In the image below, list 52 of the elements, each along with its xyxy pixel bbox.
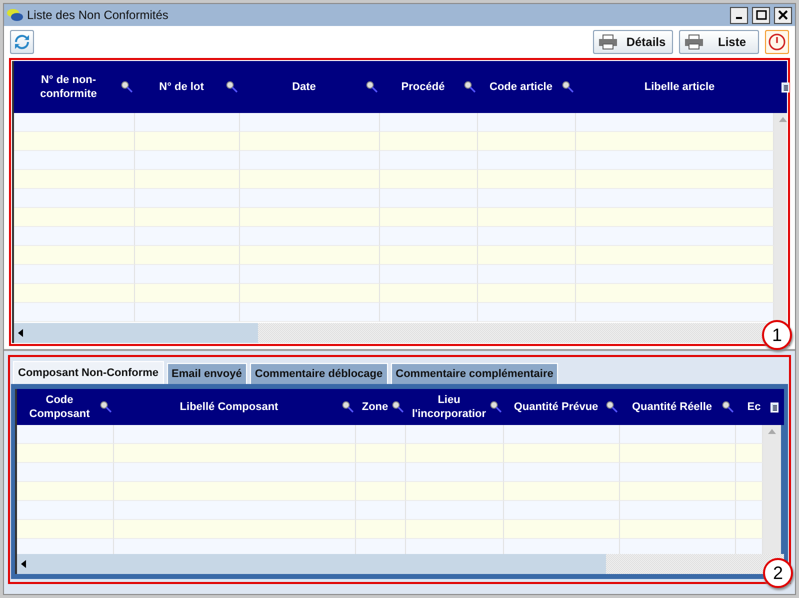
printer-icon	[684, 34, 704, 50]
printer-icon	[598, 34, 618, 50]
vertical-scrollbar[interactable]	[763, 425, 781, 554]
refresh-button[interactable]	[10, 30, 34, 54]
tab[interactable]: Composant Non-Conforme	[13, 361, 164, 384]
search-icon[interactable]	[121, 81, 133, 93]
column-header[interactable]: Zone	[358, 400, 392, 414]
arrow-left-icon[interactable]	[21, 560, 26, 568]
print-button[interactable]: Détails	[593, 30, 673, 54]
app-icon	[7, 9, 23, 21]
column-header[interactable]: Code Composant	[19, 393, 100, 421]
search-icon[interactable]	[392, 401, 404, 413]
search-icon[interactable]	[464, 81, 476, 93]
tab[interactable]: Email envoyé	[166, 363, 247, 384]
arrow-left-icon[interactable]	[18, 329, 23, 337]
search-icon[interactable]	[562, 81, 574, 93]
column-header[interactable]: N° de lot	[137, 80, 226, 94]
maximize-icon	[756, 10, 766, 20]
column-header[interactable]: Libelle article	[578, 80, 781, 94]
vertical-scrollbar[interactable]	[774, 113, 787, 323]
search-icon[interactable]	[490, 401, 502, 413]
minimize-button[interactable]	[730, 6, 748, 24]
column-menu-icon[interactable]	[781, 81, 790, 93]
callout-badge: 2	[763, 558, 793, 588]
close-icon	[778, 10, 788, 20]
column-header[interactable]: Date	[242, 80, 366, 94]
callout-badge: 1	[762, 320, 792, 350]
refresh-icon	[14, 34, 30, 50]
search-icon[interactable]	[722, 401, 734, 413]
column-header[interactable]: N° de non-conformite	[16, 73, 121, 101]
window-title: Liste des Non Conformités	[27, 8, 170, 22]
column-header[interactable]: Lieu l'incorporatior	[408, 393, 490, 421]
search-icon[interactable]	[342, 401, 354, 413]
column-menu-icon[interactable]	[770, 401, 779, 413]
power-icon	[768, 33, 786, 51]
column-header[interactable]: Procédé	[382, 80, 464, 94]
column-header[interactable]: Quantité Prévue	[506, 400, 606, 414]
column-header[interactable]: Libellé Composant	[116, 400, 342, 414]
column-header[interactable]: Code article	[480, 80, 562, 94]
horizontal-scrollbar[interactable]	[14, 323, 787, 343]
stop-button[interactable]	[765, 30, 789, 54]
tab[interactable]: Commentaire complémentaire	[390, 363, 558, 384]
close-button[interactable]	[774, 6, 792, 24]
search-icon[interactable]	[606, 401, 618, 413]
search-icon[interactable]	[100, 401, 112, 413]
search-icon[interactable]	[226, 81, 238, 93]
column-header[interactable]: Ec	[738, 400, 770, 414]
print-button[interactable]: Liste	[679, 30, 759, 54]
maximize-button[interactable]	[752, 6, 770, 24]
column-header[interactable]: Quantité Réelle	[622, 400, 722, 414]
tab[interactable]: Commentaire déblocage	[250, 363, 388, 384]
search-icon[interactable]	[366, 81, 378, 93]
